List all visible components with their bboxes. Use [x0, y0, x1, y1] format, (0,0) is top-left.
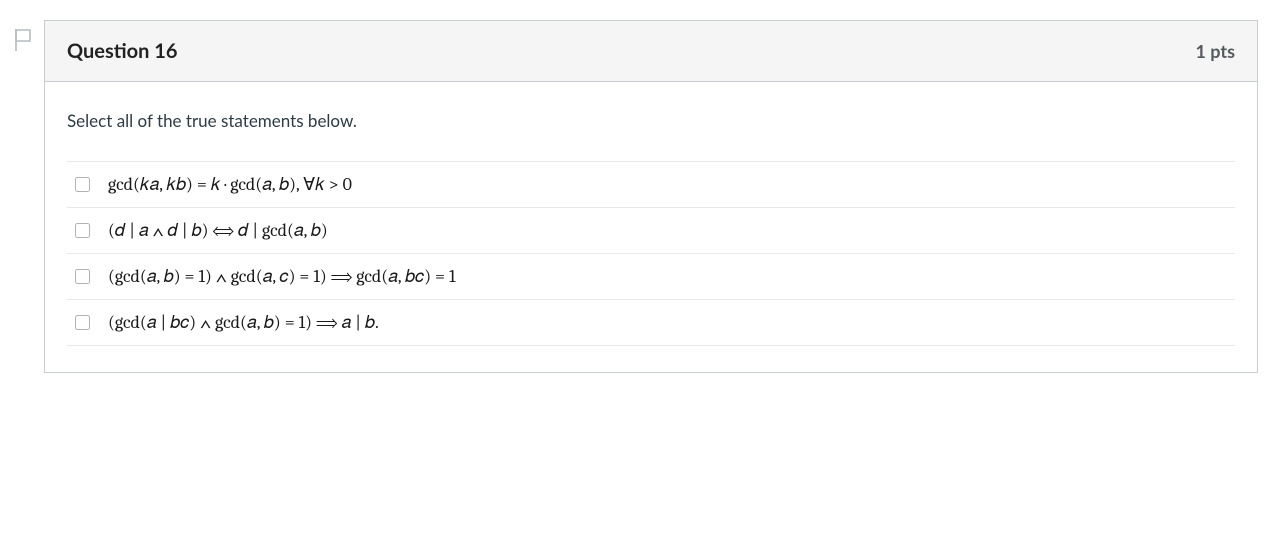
answer-checkbox[interactable]	[75, 223, 90, 238]
question-points: 1 pts	[1195, 40, 1235, 62]
question-container: Question 16 1 pts Select all of the true…	[12, 20, 1258, 373]
answer-option[interactable]: (𝑑 | 𝑎 ∧ 𝑑 | 𝑏) ⟺ 𝑑 | gcd(𝑎, 𝑏)	[67, 208, 1235, 254]
question-body: Select all of the true statements below.…	[45, 82, 1257, 372]
answer-list: gcd(𝑘𝑎, 𝑘𝑏) = 𝑘 · gcd(𝑎, 𝑏), ∀𝑘 > 0 (𝑑 |…	[67, 161, 1235, 346]
answer-checkbox[interactable]	[75, 315, 90, 330]
question-title: Question 16	[67, 39, 177, 63]
flag-icon[interactable]	[12, 20, 36, 54]
answer-checkbox[interactable]	[75, 269, 90, 284]
question-card: Question 16 1 pts Select all of the true…	[44, 20, 1258, 373]
question-prompt: Select all of the true statements below.	[67, 110, 1235, 131]
answer-option[interactable]: gcd(𝑘𝑎, 𝑘𝑏) = 𝑘 · gcd(𝑎, 𝑏), ∀𝑘 > 0	[67, 162, 1235, 208]
answer-math: (gcd(𝑎 | 𝑏𝑐) ∧ gcd(𝑎, 𝑏) = 1) ⟹ 𝑎 | 𝑏.	[108, 312, 379, 333]
answer-math: gcd(𝑘𝑎, 𝑘𝑏) = 𝑘 · gcd(𝑎, 𝑏), ∀𝑘 > 0	[108, 174, 352, 195]
answer-option[interactable]: (gcd(𝑎, 𝑏) = 1) ∧ gcd(𝑎, 𝑐) = 1) ⟹ gcd(𝑎…	[67, 254, 1235, 300]
question-header: Question 16 1 pts	[45, 21, 1257, 82]
answer-math: (𝑑 | 𝑎 ∧ 𝑑 | 𝑏) ⟺ 𝑑 | gcd(𝑎, 𝑏)	[108, 220, 328, 241]
answer-math: (gcd(𝑎, 𝑏) = 1) ∧ gcd(𝑎, 𝑐) = 1) ⟹ gcd(𝑎…	[108, 266, 456, 287]
answer-option[interactable]: (gcd(𝑎 | 𝑏𝑐) ∧ gcd(𝑎, 𝑏) = 1) ⟹ 𝑎 | 𝑏.	[67, 300, 1235, 346]
answer-checkbox[interactable]	[75, 177, 90, 192]
